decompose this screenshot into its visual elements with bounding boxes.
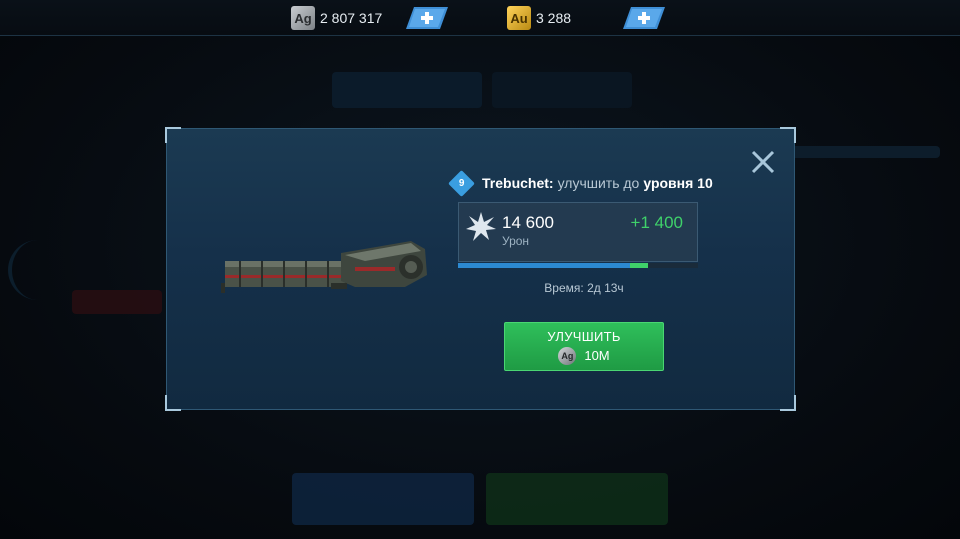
damage-bonus: +1 400 <box>630 213 683 232</box>
silver-coin-icon: Ag <box>558 346 577 365</box>
progress-current <box>458 263 630 268</box>
silver-coin-icon: Ag <box>291 6 315 30</box>
upgrade-cost-value: 10M <box>584 348 610 363</box>
frame-corner <box>165 127 181 143</box>
title-action: улучшить до <box>557 175 640 191</box>
damage-value: 14 600 <box>502 213 554 232</box>
silver-amount: 2 807 317 <box>320 10 383 26</box>
frame-corner <box>780 127 796 143</box>
item-name: Trebuchet: <box>482 175 554 191</box>
add-silver-button[interactable] <box>406 7 448 29</box>
level-badge-number: 9 <box>458 177 465 189</box>
title-target-level: уровня 10 <box>643 175 713 191</box>
upgrade-dialog: 9 Trebuchet: улучшить до уровня 10 14 60… <box>165 127 796 411</box>
damage-stat-panel: 14 600 Урон +1 400 <box>458 202 698 262</box>
background-tab <box>332 72 482 108</box>
background-button <box>292 473 474 525</box>
gold-coin-icon: Au <box>507 6 531 30</box>
background-tab <box>492 72 632 108</box>
damage-label: Урон <box>502 234 530 248</box>
background-element <box>72 290 162 314</box>
background-button <box>486 473 668 525</box>
damage-progress-bar <box>458 263 698 268</box>
frame-corner <box>780 395 796 411</box>
gold-currency: Au 3 288 <box>507 6 571 30</box>
upgrade-cost: Ag 10M <box>558 346 610 365</box>
currency-bar: Ag 2 807 317 Au 3 288 <box>0 0 960 36</box>
background-arrow <box>8 240 38 300</box>
add-gold-button[interactable] <box>623 7 665 29</box>
progress-bonus <box>629 263 648 268</box>
frame-corner <box>165 395 181 411</box>
silver-currency: Ag 2 807 317 <box>291 6 382 30</box>
plus-icon <box>623 7 665 29</box>
damage-burst-icon <box>465 211 497 243</box>
upgrade-title: 9 Trebuchet: улучшить до уровня 10 <box>448 169 713 197</box>
plus-icon <box>406 7 448 29</box>
background-element <box>770 146 940 158</box>
close-button[interactable] <box>750 149 776 175</box>
upgrade-button-label: УЛУЧШИТЬ <box>547 328 621 344</box>
weapon-image <box>215 231 435 311</box>
level-badge: 9 <box>448 169 475 197</box>
gold-amount: 3 288 <box>536 10 572 26</box>
upgrade-time: Время: 2д 13ч <box>544 281 624 295</box>
upgrade-button[interactable]: УЛУЧШИТЬ Ag 10M <box>504 322 664 371</box>
close-icon <box>751 150 775 174</box>
